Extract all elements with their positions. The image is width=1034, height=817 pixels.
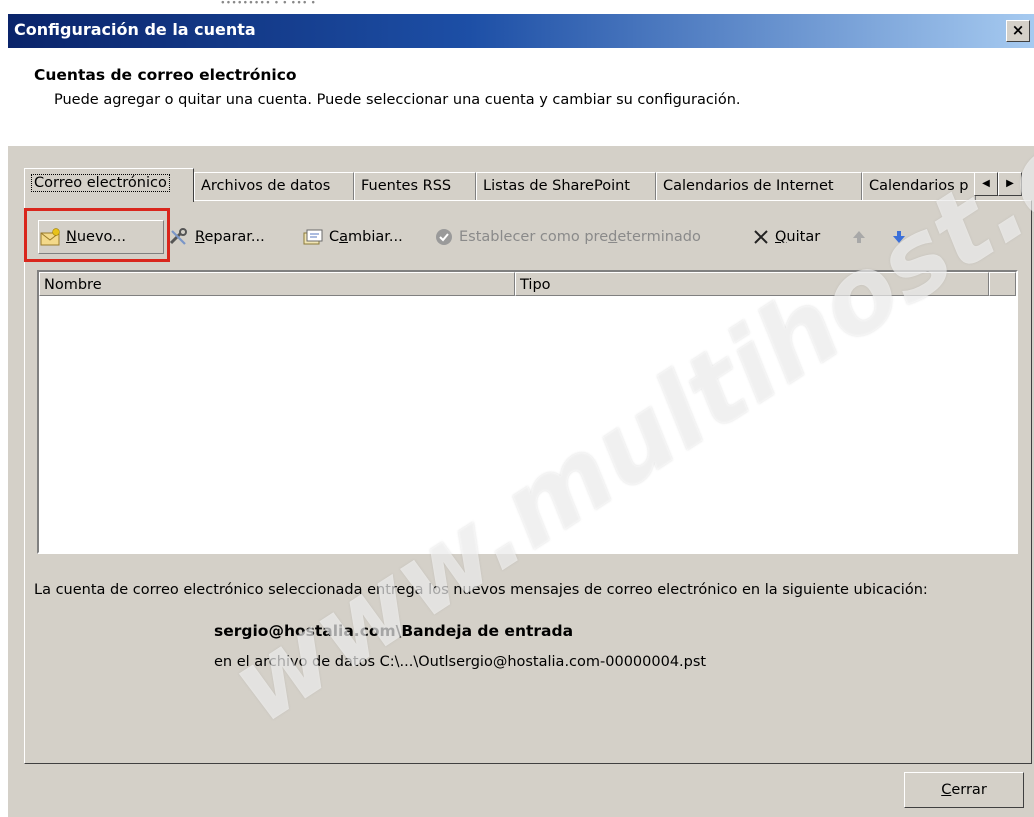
delivery-location-text: La cuenta de correo electrónico seleccio… (34, 582, 928, 598)
tab-archivos-de-datos[interactable]: Archivos de datos (194, 172, 354, 200)
tab-correo-electronico[interactable]: Correo electrónico (24, 168, 194, 202)
column-header-empty (989, 272, 1016, 296)
repair-button[interactable]: Reparar... (168, 222, 265, 252)
tab-scroll-left-button[interactable]: ◀ (974, 172, 998, 196)
column-header-nombre[interactable]: Nombre (39, 272, 515, 296)
tab-fuentes-rss[interactable]: Fuentes RSS (354, 172, 476, 200)
remove-x-icon (754, 230, 768, 244)
title-bar: Configuración de la cuenta × (8, 14, 1034, 48)
set-default-button[interactable]: Establecer como predeterminado (434, 222, 701, 252)
header-description: Puede agregar o quitar una cuenta. Puede… (54, 92, 741, 108)
tab-calendarios-internet[interactable]: Calendarios de Internet (656, 172, 862, 200)
close-window-button[interactable]: × (1006, 20, 1030, 42)
check-circle-icon (436, 229, 452, 245)
change-settings-icon (303, 229, 323, 245)
move-down-button[interactable] (892, 222, 906, 252)
remove-button[interactable]: Quitar (752, 222, 820, 252)
move-up-button[interactable] (852, 222, 866, 252)
account-list[interactable]: Nombre Tipo (37, 270, 1018, 554)
delivery-account: sergio@hostalia.com\Bandeja de entrada (214, 622, 574, 640)
header-title: Cuentas de correo electrónico (34, 66, 297, 84)
tab-listas-sharepoint[interactable]: Listas de SharePoint (476, 172, 656, 200)
change-button[interactable]: Cambiar... (302, 222, 403, 252)
arrow-down-icon (893, 231, 905, 243)
highlight-box (24, 208, 170, 262)
tab-scroll-right-button[interactable]: ▶ (998, 172, 1022, 196)
data-file-path: en el archivo de datos C:\...\Outlsergio… (214, 654, 707, 670)
repair-tools-icon (169, 228, 187, 245)
tab-calendarios-publicados[interactable]: Calendarios p (862, 172, 976, 200)
dialog-body: Correo electrónico Archivos de datos Fue… (8, 146, 1034, 817)
arrow-up-icon (853, 231, 865, 243)
column-header-tipo[interactable]: Tipo (515, 272, 989, 296)
top-decoration: ∙∙∙∙∙∙∙∙∙ ∙ ∙ ∙∙∙ ∙ (220, 0, 316, 6)
dialog-header: Cuentas de correo electrónico Puede agre… (8, 48, 1034, 147)
window-title: Configuración de la cuenta (14, 20, 256, 39)
close-button[interactable]: Cerrar (904, 772, 1024, 808)
